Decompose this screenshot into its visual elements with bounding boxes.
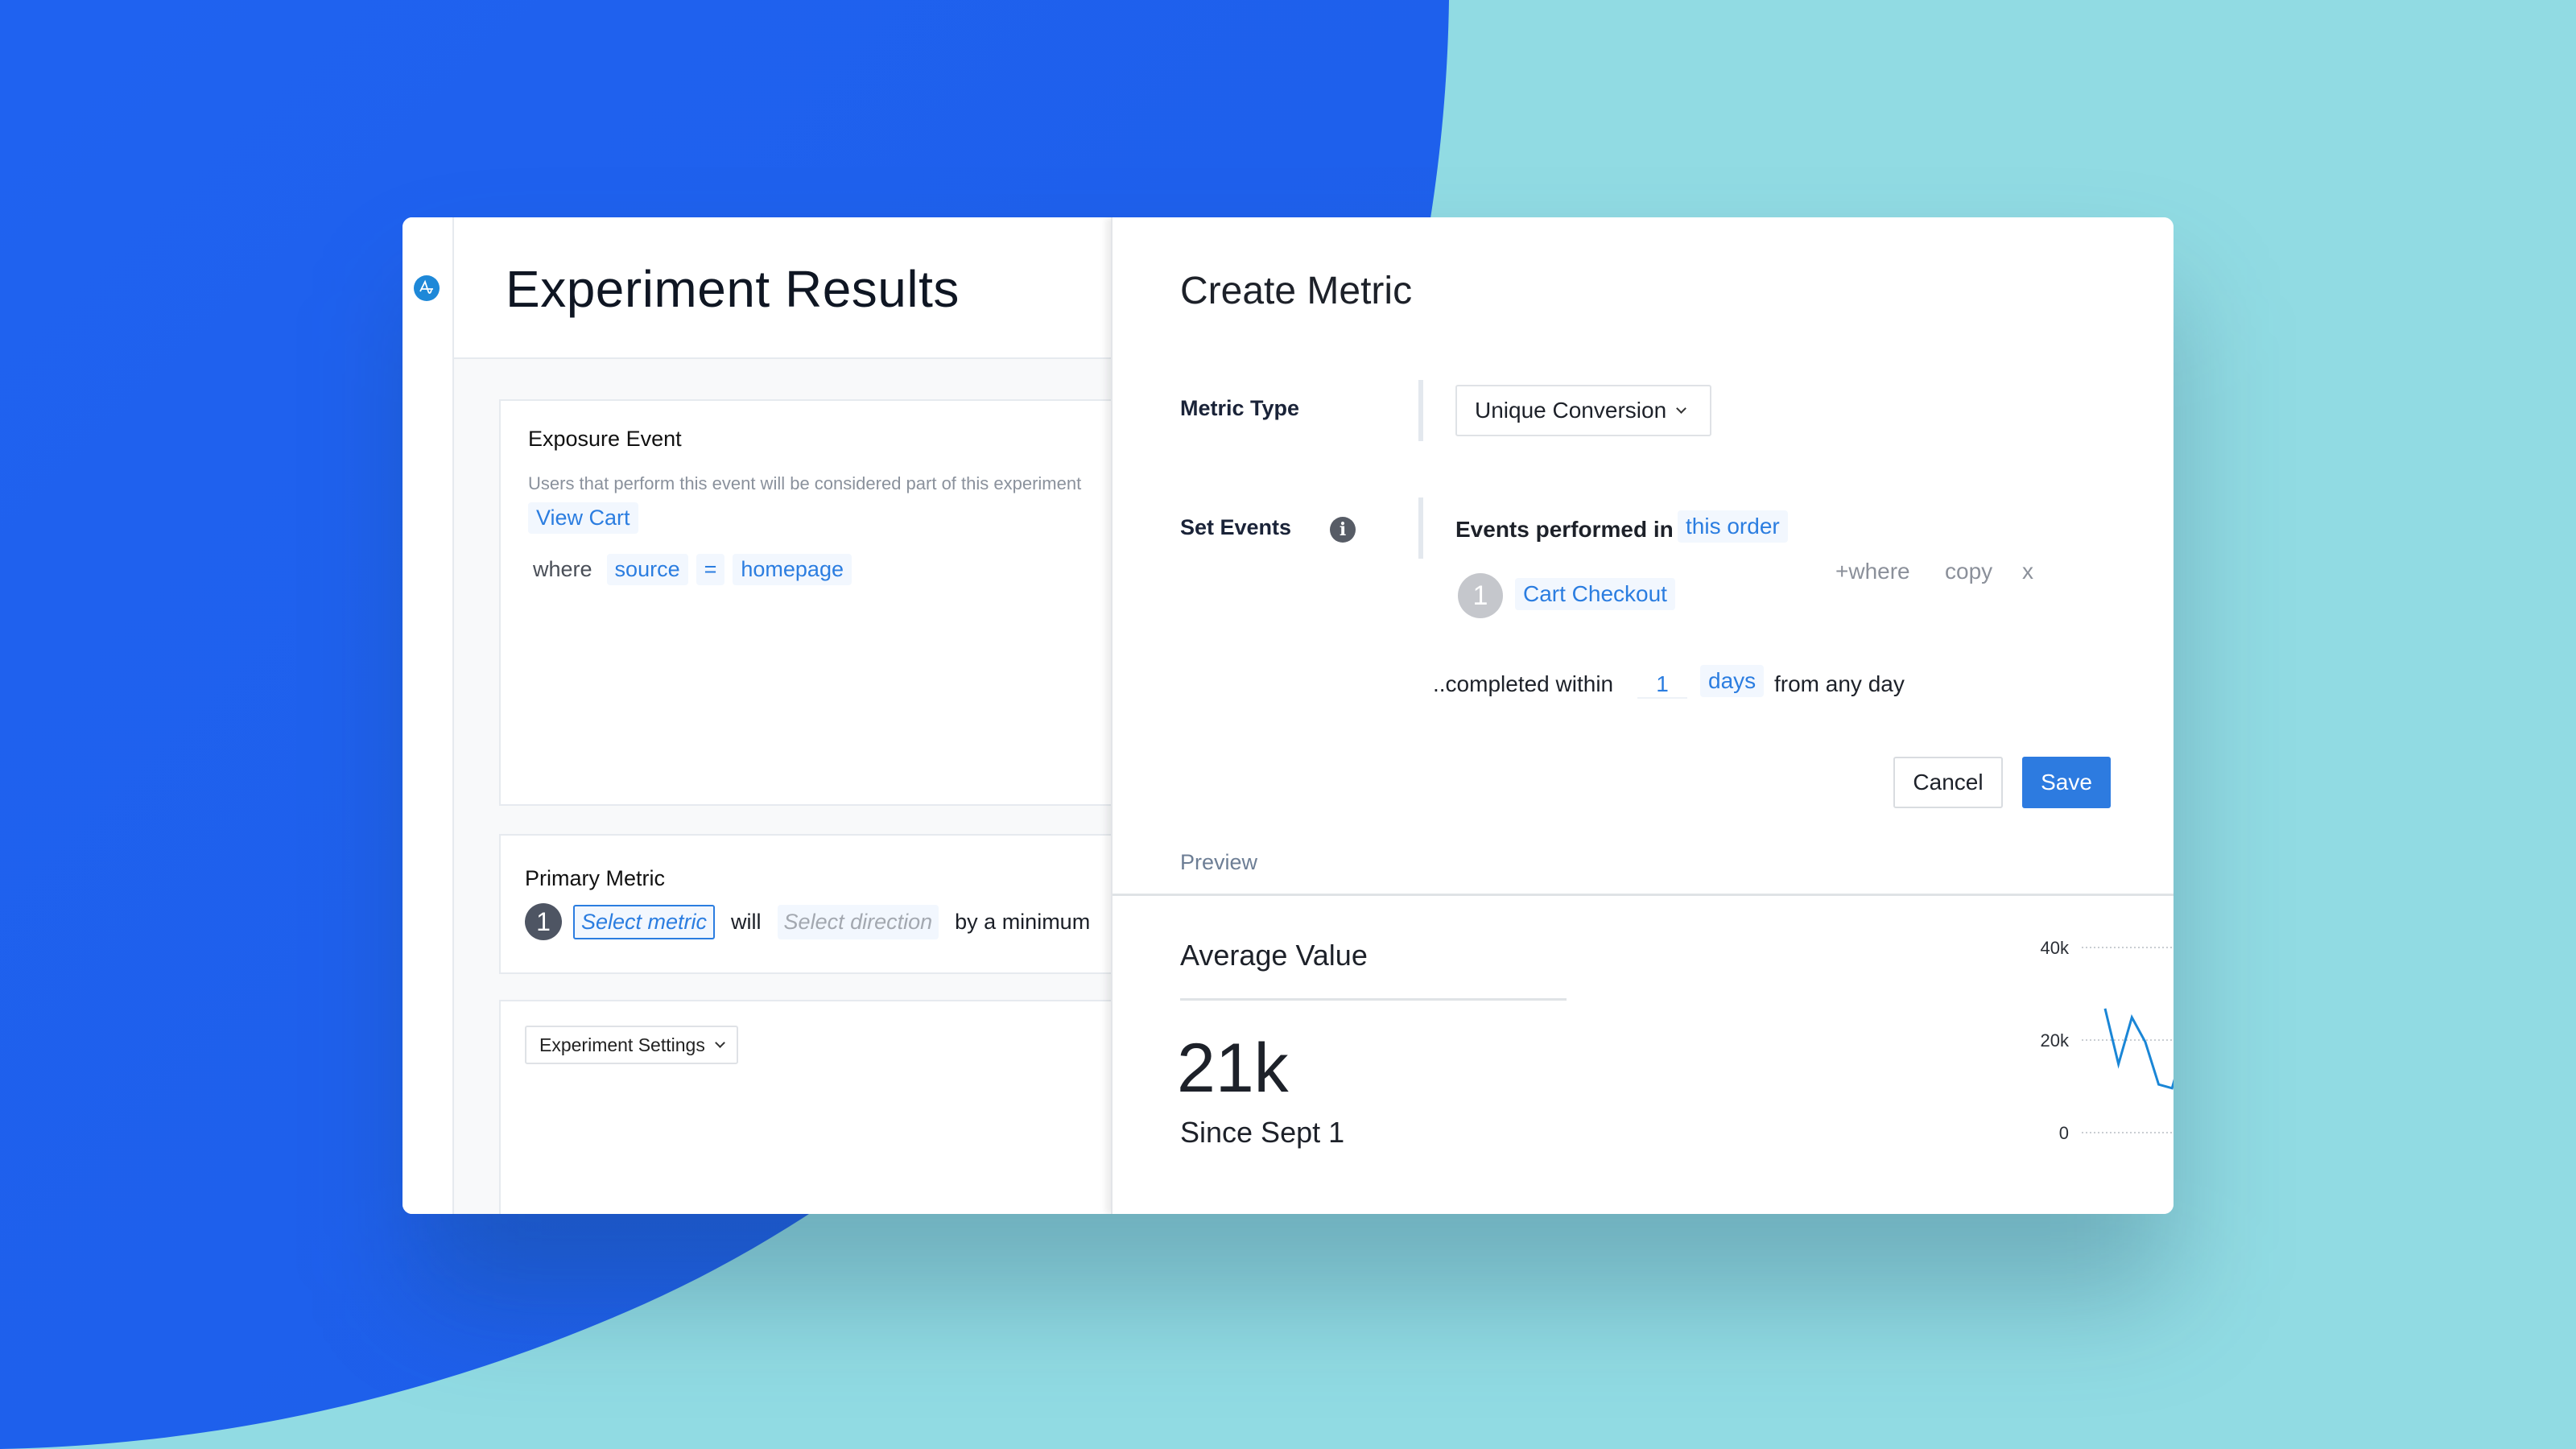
y-tick-label: 40k [2041,938,2070,958]
page-header: Experiment Results [454,217,1111,359]
event-order-chip[interactable]: this order [1678,510,1788,543]
events-prefix: Events performed in [1455,517,1674,542]
select-metric-button[interactable]: Select metric [573,904,716,939]
metric-type-dropdown[interactable]: Unique Conversion [1455,385,1711,436]
add-where-button[interactable]: +where [1835,559,1910,584]
primary-metric-panel: Primary Metric 1 Select metric will Sele… [499,834,1143,974]
copy-button[interactable]: copy [1945,559,1992,584]
modal-title: Create Metric [1180,270,1413,312]
y-tick-label: 20k [2041,1030,2070,1051]
average-rule [1180,998,1567,1001]
page-title: Experiment Results [506,260,960,318]
metric-index-badge: 1 [525,903,562,940]
event-name-chip[interactable]: Cart Checkout [1515,578,1675,610]
cancel-button[interactable]: Cancel [1893,757,2003,808]
app-window: Experiment Results Exposure Event Users … [402,217,2174,1214]
metric-type-value: Unique Conversion [1475,398,1667,423]
y-tick-label: 0 [2059,1123,2069,1143]
exposure-description: Users that perform this event will be co… [528,473,1082,493]
value-chip[interactable]: homepage [733,554,852,585]
metric-type-divider [1418,380,1423,441]
remove-event-button[interactable]: x [2022,559,2033,584]
save-button[interactable]: Save [2022,757,2111,808]
set-events-divider [1418,497,1423,559]
app-content: Exposure Event Users that perform this e… [454,359,1143,1214]
completed-within-label: ..completed within [1433,671,1614,696]
settings-panel: Experiment Settings [499,1000,1143,1214]
time-unit-chip[interactable]: days [1700,665,1765,697]
series-line [2103,1008,2174,1090]
since-label: Since Sept 1 [1180,1116,1345,1149]
amplitude-logo-icon[interactable] [414,275,440,301]
create-metric-modal: Create Metric Metric Type Unique Convers… [1111,217,2174,1214]
preview-label: Preview [1180,850,1258,874]
exposure-event-title: Exposure Event [528,427,682,451]
select-direction-button[interactable]: Select direction [777,904,939,939]
average-value: 21k [1177,1030,1289,1107]
exposure-event-panel: Exposure Event Users that perform this e… [499,399,1143,806]
event-index-badge: 1 [1458,573,1503,618]
chevron-down-icon [1676,402,1687,414]
set-events-label: Set Events [1180,515,1292,539]
minimum-label: by a minimum [955,909,1091,934]
sidebar [402,217,454,1214]
info-icon[interactable]: i [1330,517,1356,543]
completed-within-input[interactable]: 1 [1637,671,1687,699]
preview-divider [1113,894,2174,896]
chevron-down-icon [714,1037,725,1048]
experiment-settings-dropdown[interactable]: Experiment Settings [525,1026,738,1064]
from-any-day-label: from any day [1774,671,1905,696]
primary-metric-title: Primary Metric [525,866,665,890]
metric-type-label: Metric Type [1180,396,1300,420]
average-value-chart: 0 20k 40k [2041,938,2174,1143]
exposure-event-chip[interactable]: View Cart [528,502,638,534]
operator-chip[interactable]: = [696,554,725,585]
average-value-label: Average Value [1180,939,1368,972]
will-label: will [731,909,762,934]
experiment-settings-label: Experiment Settings [539,1034,705,1055]
where-label: where [533,557,592,581]
property-chip[interactable]: source [606,554,688,585]
